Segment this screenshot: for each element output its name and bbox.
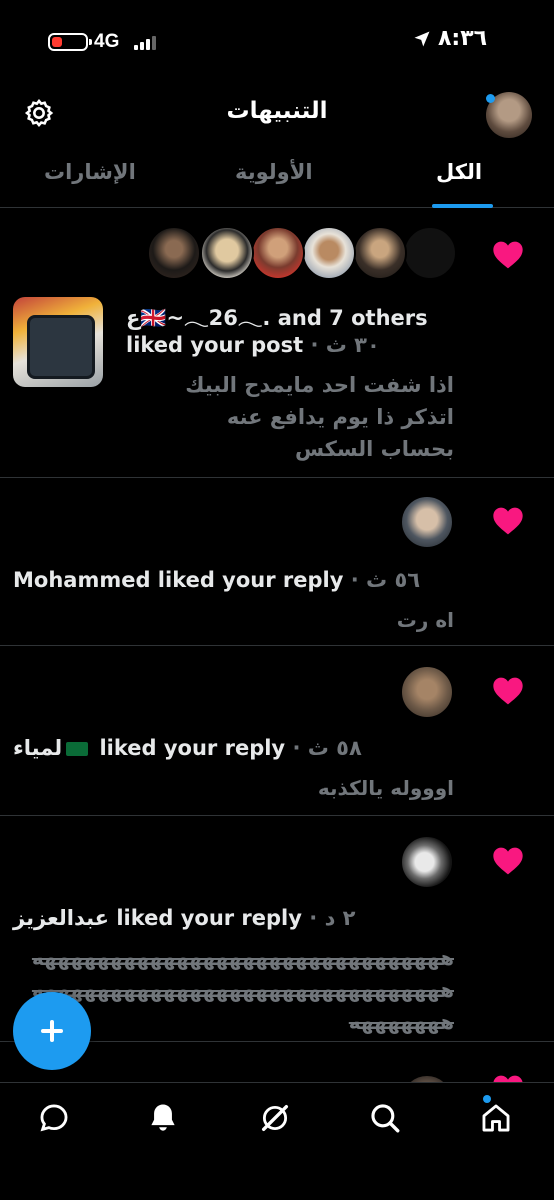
tab-active-indicator [432,204,493,208]
compose-button[interactable] [13,992,91,1070]
home-icon[interactable] [479,1101,513,1135]
separator-dot: · [350,568,367,592]
heart-icon [493,677,523,705]
post-text: اذا شفت احد مايمدح البيك اتذكر ذا يوم يد… [185,369,454,465]
status-bar: 4G ٨:٣٦ [0,0,554,84]
header: التنبيهات [0,86,554,146]
avatar[interactable] [302,226,356,280]
notification-item[interactable]: ع🇬🇧~𓂃26𓂃. and 7 others liked your post ·… [0,209,554,478]
heart-icon [493,241,523,269]
avatar[interactable] [400,835,454,889]
signal-icon [134,36,158,50]
notification-line: عبدالعزيز liked your reply · ٢ د [13,906,355,930]
page-title: التنبيهات [226,98,328,124]
post-text-line: اتذكر ذا يوم يدافع عنه [226,405,454,429]
separator-dot: · [310,333,326,357]
home-unread-dot [483,1095,491,1103]
reply-text-line: هههههههههههههههههههههههههههههههه [31,946,454,970]
heart-icon [493,507,523,535]
avatar[interactable] [400,495,454,549]
avatar[interactable] [200,226,254,280]
notification-time: ٢ د [324,906,356,930]
reply-text-line: اوووله يالكذبه [317,776,454,800]
reply-text: اوووله يالكذبه [318,772,454,804]
avatar[interactable] [403,226,457,280]
notification-item[interactable]: لمياء liked your reply · ٥٨ ث اوووله يال… [0,646,554,816]
notification-line: لمياء liked your reply · ٥٨ ث [13,736,362,760]
location-arrow-icon [414,31,430,46]
bottom-nav [0,1082,554,1200]
notification-actor[interactable]: Mohammed [13,568,150,592]
post-text-line: اذا شفت احد مايمدح البيك [185,373,454,397]
tab-priority[interactable]: الأولوية [235,160,313,184]
status-time-group: ٨:٣٦ [412,26,487,51]
avatar[interactable] [400,665,454,719]
unread-dot [486,94,495,103]
avatar[interactable] [147,226,201,280]
heart-icon [493,1075,523,1082]
notification-action-row: liked your post · ٣٠ ث [126,333,380,357]
notification-line: Mohammed liked your reply · ٥٦ ث [13,568,420,592]
tab-bar: الإشارات الأولوية الكل [0,150,554,208]
avatar[interactable] [400,1074,454,1082]
avatar[interactable] [251,226,305,280]
tab-mentions[interactable]: الإشارات [44,160,136,184]
notification-time: ٥٦ ث [366,568,421,592]
search-icon[interactable] [368,1101,402,1135]
grok-icon[interactable] [258,1101,292,1135]
battery-icon [48,33,92,51]
separator-dot: · [309,906,325,930]
notification-item[interactable]: Mohammed liked your reply · ٥٦ ث اه رت [0,478,554,646]
saudi-flag-icon [66,742,89,756]
avatar[interactable] [353,226,407,280]
notification-action: liked your reply [116,906,302,930]
notification-action: liked your reply [99,736,286,760]
post-text-line: بحساب السكس [294,437,454,461]
post-thumbnail[interactable] [13,297,103,387]
notification-action: liked your post [126,333,304,357]
notifications-icon[interactable] [146,1101,180,1135]
reply-text: اه رت [397,604,454,636]
messages-icon[interactable] [37,1101,71,1135]
tab-all[interactable]: الكل [436,160,482,184]
separator-dot: · [292,736,308,760]
notification-actor[interactable]: لمياء [13,736,62,760]
status-time: ٨:٣٦ [438,26,488,51]
heart-icon [493,847,523,875]
reply-text-line: اه رت [396,608,454,632]
notification-time: ٥٨ ث [307,736,362,760]
notification-actor[interactable]: عبدالعزيز [13,906,109,930]
notification-action: liked your reply [157,568,344,592]
notification-time: ٣٠ ث [325,333,380,357]
notification-actors: ع🇬🇧~𓂃26𓂃. and 7 others [126,306,428,330]
network-type: 4G [94,31,120,52]
